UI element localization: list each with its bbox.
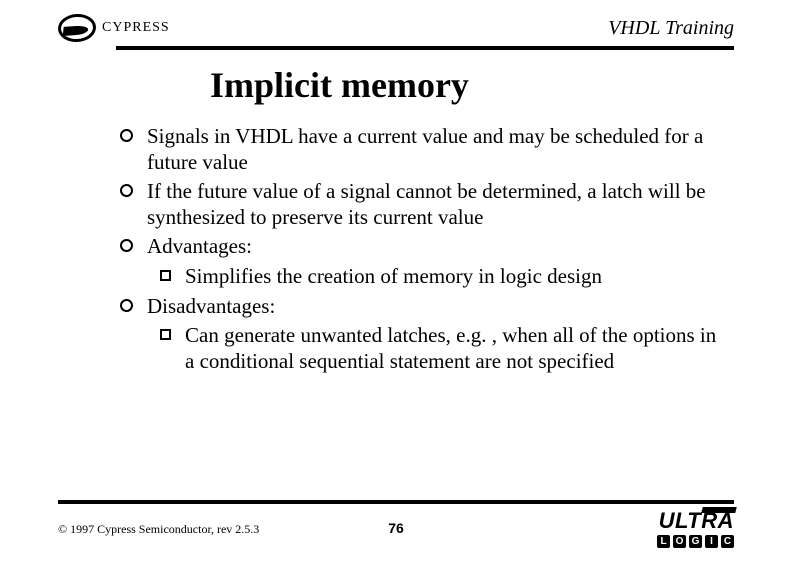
bullet-circle-icon bbox=[120, 239, 133, 252]
bullet-circle-icon bbox=[120, 184, 133, 197]
cypress-logo: CYPRESS bbox=[58, 14, 170, 42]
bullet-text: Signals in VHDL have a current value and… bbox=[147, 124, 722, 175]
logic-row: L O G I C bbox=[657, 535, 734, 548]
copyright-text: © 1997 Cypress Semiconductor, rev 2.5.3 bbox=[58, 522, 259, 537]
ultra-word: ULTRA bbox=[659, 510, 734, 532]
ultra-logic-logo: ULTRA L O G I C bbox=[657, 510, 734, 548]
bullet-text: Disadvantages: bbox=[147, 294, 275, 320]
logic-letter: L bbox=[657, 535, 670, 548]
bullet-circle-icon bbox=[120, 129, 133, 142]
sub-bullet-item: Simplifies the creation of memory in log… bbox=[160, 264, 722, 290]
bullet-item: Disadvantages: bbox=[120, 294, 722, 320]
bullet-circle-icon bbox=[120, 299, 133, 312]
bullet-item: If the future value of a signal cannot b… bbox=[120, 179, 722, 230]
slide-footer: © 1997 Cypress Semiconductor, rev 2.5.3 … bbox=[0, 500, 792, 548]
slide-content: Signals in VHDL have a current value and… bbox=[120, 124, 722, 374]
sub-bullet-item: Can generate unwanted latches, e.g. , wh… bbox=[160, 323, 722, 374]
logic-letter: G bbox=[689, 535, 702, 548]
logic-letter: I bbox=[705, 535, 718, 548]
bullet-item: Advantages: bbox=[120, 234, 722, 260]
footer-rule bbox=[58, 500, 734, 504]
header-rule bbox=[116, 46, 734, 50]
sub-bullet-text: Simplifies the creation of memory in log… bbox=[185, 264, 602, 290]
bullet-text: If the future value of a signal cannot b… bbox=[147, 179, 722, 230]
header-title: VHDL Training bbox=[608, 17, 734, 42]
bullet-item: Signals in VHDL have a current value and… bbox=[120, 124, 722, 175]
bullet-square-icon bbox=[160, 270, 171, 281]
logic-letter: O bbox=[673, 535, 686, 548]
slide-header: CYPRESS VHDL Training bbox=[0, 0, 792, 42]
cypress-brand-text: CYPRESS bbox=[102, 20, 170, 36]
bullet-square-icon bbox=[160, 329, 171, 340]
bullet-text: Advantages: bbox=[147, 234, 252, 260]
cypress-logo-icon bbox=[57, 13, 97, 44]
ultra-bar-icon bbox=[701, 507, 736, 513]
page-number: 76 bbox=[388, 520, 404, 536]
slide-title: Implicit memory bbox=[210, 64, 792, 106]
logic-letter: C bbox=[721, 535, 734, 548]
sub-bullet-text: Can generate unwanted latches, e.g. , wh… bbox=[185, 323, 722, 374]
